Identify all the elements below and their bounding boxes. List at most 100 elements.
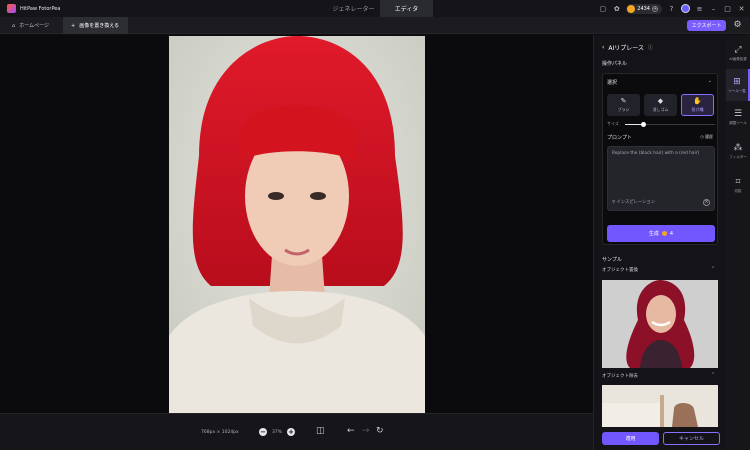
tab-generator[interactable]: ジェネレーター bbox=[327, 0, 380, 17]
redo-icon[interactable]: → bbox=[362, 426, 370, 436]
inspiration-button[interactable]: ⚲ インスピレーション bbox=[612, 199, 655, 205]
reset-icon[interactable]: ↻ bbox=[376, 426, 384, 436]
undo-icon[interactable]: ← bbox=[347, 426, 355, 436]
tab-replace-image[interactable]: + 画像を置き換える bbox=[63, 17, 128, 34]
export-button[interactable]: エクスポート bbox=[687, 20, 726, 31]
info-icon[interactable]: ⓘ bbox=[648, 44, 653, 51]
ai-replace-panel: ‹ AIリプレース ⓘ 操作パネル 選択 ⌄ ✎ ブラシ ◆ 消しゴム ✋ 投げ… bbox=[593, 35, 726, 450]
rail-label-tools: ツール一覧 bbox=[728, 88, 746, 93]
minimize-icon[interactable]: – bbox=[709, 4, 718, 13]
add-credits-icon[interactable]: + bbox=[652, 5, 658, 12]
prompt-text[interactable]: Replace the (black hair) with a (red hai… bbox=[612, 151, 712, 156]
sample-replace-image bbox=[602, 280, 718, 368]
generate-label: 生成 bbox=[648, 231, 659, 237]
rail-item-filter[interactable]: ⁂ フィルター bbox=[726, 135, 750, 167]
back-icon[interactable]: ‹ bbox=[602, 44, 604, 51]
sample-label-object-remove: オブジェクト除去 bbox=[602, 374, 638, 379]
panel-header: ‹ AIリプレース ⓘ bbox=[602, 43, 653, 52]
rail-item-crop[interactable]: ⌗ 切抜 bbox=[726, 169, 750, 201]
sample-label-object-replace: オブジェクト置換 bbox=[602, 268, 638, 273]
rail-label-filter: フィルター bbox=[729, 154, 747, 159]
grid-icon: ⊞ bbox=[733, 76, 741, 87]
gear-icon[interactable]: ⚙ bbox=[732, 20, 743, 31]
canvas-toolbar: 768px × 1024px − 37% + ◫ ← → ↻ bbox=[0, 413, 593, 450]
coin-icon bbox=[661, 231, 667, 236]
rail-label-ai-expand: AI画像拡張 bbox=[729, 56, 747, 61]
zoom-in-button[interactable]: + bbox=[287, 428, 296, 436]
history-label: 履歴 bbox=[705, 134, 713, 139]
logo-icon bbox=[7, 4, 16, 13]
app-logo: HitPaw FotorPea bbox=[7, 4, 60, 13]
prompt-input[interactable]: Replace the (black hair) with a (red hai… bbox=[607, 146, 715, 211]
section-label: 操作パネル bbox=[602, 61, 628, 67]
gift-icon[interactable]: ✿ bbox=[612, 4, 621, 13]
help-icon[interactable]: ? bbox=[667, 4, 676, 13]
chevron-down-icon[interactable]: ⌄ bbox=[708, 78, 712, 84]
canvas-area[interactable] bbox=[0, 35, 593, 413]
chevron-up-icon[interactable]: ⌃ bbox=[711, 266, 715, 272]
prompt-label: プロンプト bbox=[607, 135, 632, 141]
edited-photo[interactable] bbox=[169, 36, 425, 413]
rail-item-tools[interactable]: ⊞ ツール一覧 bbox=[726, 69, 750, 101]
size-slider[interactable] bbox=[625, 122, 715, 127]
eraser-icon: ◆ bbox=[657, 97, 664, 105]
menu-icon[interactable]: ≡ bbox=[695, 4, 704, 13]
sliders-icon: ☰ bbox=[733, 108, 743, 119]
generate-cost: 4 bbox=[669, 230, 674, 237]
zoom-control: − 37% + bbox=[259, 428, 296, 436]
app-window: HitPaw FotorPea ジェネレーター エディタ ▢ ✿ 2434 + … bbox=[0, 0, 750, 450]
generate-button[interactable]: 生成 4 bbox=[607, 225, 715, 242]
title-bar-actions: ▢ ✿ 2434 + ? ≡ – □ ✕ bbox=[598, 0, 746, 17]
maximize-icon[interactable]: □ bbox=[723, 4, 732, 13]
chevron-up-icon[interactable]: ⌃ bbox=[711, 372, 715, 378]
apply-button[interactable]: 適用 bbox=[602, 432, 659, 445]
lasso-tool-label: 投げ縄 bbox=[691, 107, 704, 112]
cancel-button[interactable]: キャンセル bbox=[663, 432, 720, 445]
sample-object-replace[interactable] bbox=[602, 280, 718, 368]
brush-tool-button[interactable]: ✎ ブラシ bbox=[607, 94, 640, 116]
title-bar: HitPaw FotorPea ジェネレーター エディタ ▢ ✿ 2434 + … bbox=[0, 0, 750, 17]
sample-label: サンプル bbox=[602, 257, 622, 263]
crop-icon: ⌗ bbox=[735, 176, 741, 187]
tab-home[interactable]: ⌂ ホームページ bbox=[0, 17, 63, 34]
tab-editor[interactable]: エディタ bbox=[380, 0, 433, 17]
coin-icon bbox=[627, 4, 636, 13]
eraser-tool-button[interactable]: ◆ 消しゴム bbox=[644, 94, 677, 116]
sample-object-remove[interactable] bbox=[602, 385, 718, 427]
document-tabs: ⌂ ホームページ + 画像を置き換える bbox=[0, 17, 750, 34]
tab-replace-label: 画像を置き換える bbox=[79, 23, 120, 29]
panel-actions: 適用 キャンセル bbox=[602, 432, 720, 445]
sample-remove-image bbox=[602, 385, 718, 427]
size-slider-handle[interactable] bbox=[641, 122, 646, 127]
lasso-tool-button[interactable]: ✋ 投げ縄 bbox=[681, 94, 714, 116]
clear-prompt-icon[interactable]: × bbox=[703, 199, 710, 206]
tool-rail: ⤢ AI画像拡張 ⊞ ツール一覧 ☰ 調整ツール ⁂ フィルター ⌗ 切抜 bbox=[726, 35, 750, 450]
history-button[interactable]: ◷ 履歴 bbox=[700, 134, 713, 140]
filter-icon: ⁂ bbox=[733, 142, 743, 153]
image-dimensions: 768px × 1024px bbox=[201, 430, 239, 435]
select-label: 選択 bbox=[607, 80, 618, 86]
brush-icon: ✎ bbox=[620, 97, 627, 105]
credits-badge[interactable]: 2434 + bbox=[626, 3, 662, 14]
close-icon[interactable]: ✕ bbox=[737, 4, 746, 13]
brush-tool-label: ブラシ bbox=[617, 107, 630, 112]
selection-tools: ✎ ブラシ ◆ 消しゴム ✋ 投げ縄 bbox=[607, 94, 714, 116]
portrait-image bbox=[169, 36, 425, 413]
zoom-out-button[interactable]: − bbox=[259, 428, 267, 436]
lasso-icon: ✋ bbox=[693, 97, 702, 105]
avatar[interactable] bbox=[681, 4, 690, 13]
credits-count: 2434 bbox=[637, 5, 650, 12]
rail-item-adjust[interactable]: ☰ 調整ツール bbox=[726, 101, 750, 133]
home-icon: ⌂ bbox=[12, 22, 16, 29]
compare-icon[interactable]: ◫ bbox=[316, 426, 325, 436]
eraser-tool-label: 消しゴム bbox=[652, 107, 669, 112]
inspiration-label: インスピレーション bbox=[616, 200, 656, 205]
plus-icon: + bbox=[71, 22, 76, 29]
chat-icon[interactable]: ▢ bbox=[598, 4, 607, 13]
panel-title: AIリプレース bbox=[608, 45, 644, 52]
rail-item-ai-expand[interactable]: ⤢ AI画像拡張 bbox=[726, 37, 750, 69]
app-name: HitPaw FotorPea bbox=[20, 5, 61, 12]
zoom-level: 37% bbox=[272, 429, 283, 435]
mode-tabs: ジェネレーター エディタ bbox=[327, 0, 433, 17]
tab-home-label: ホームページ bbox=[19, 23, 49, 29]
